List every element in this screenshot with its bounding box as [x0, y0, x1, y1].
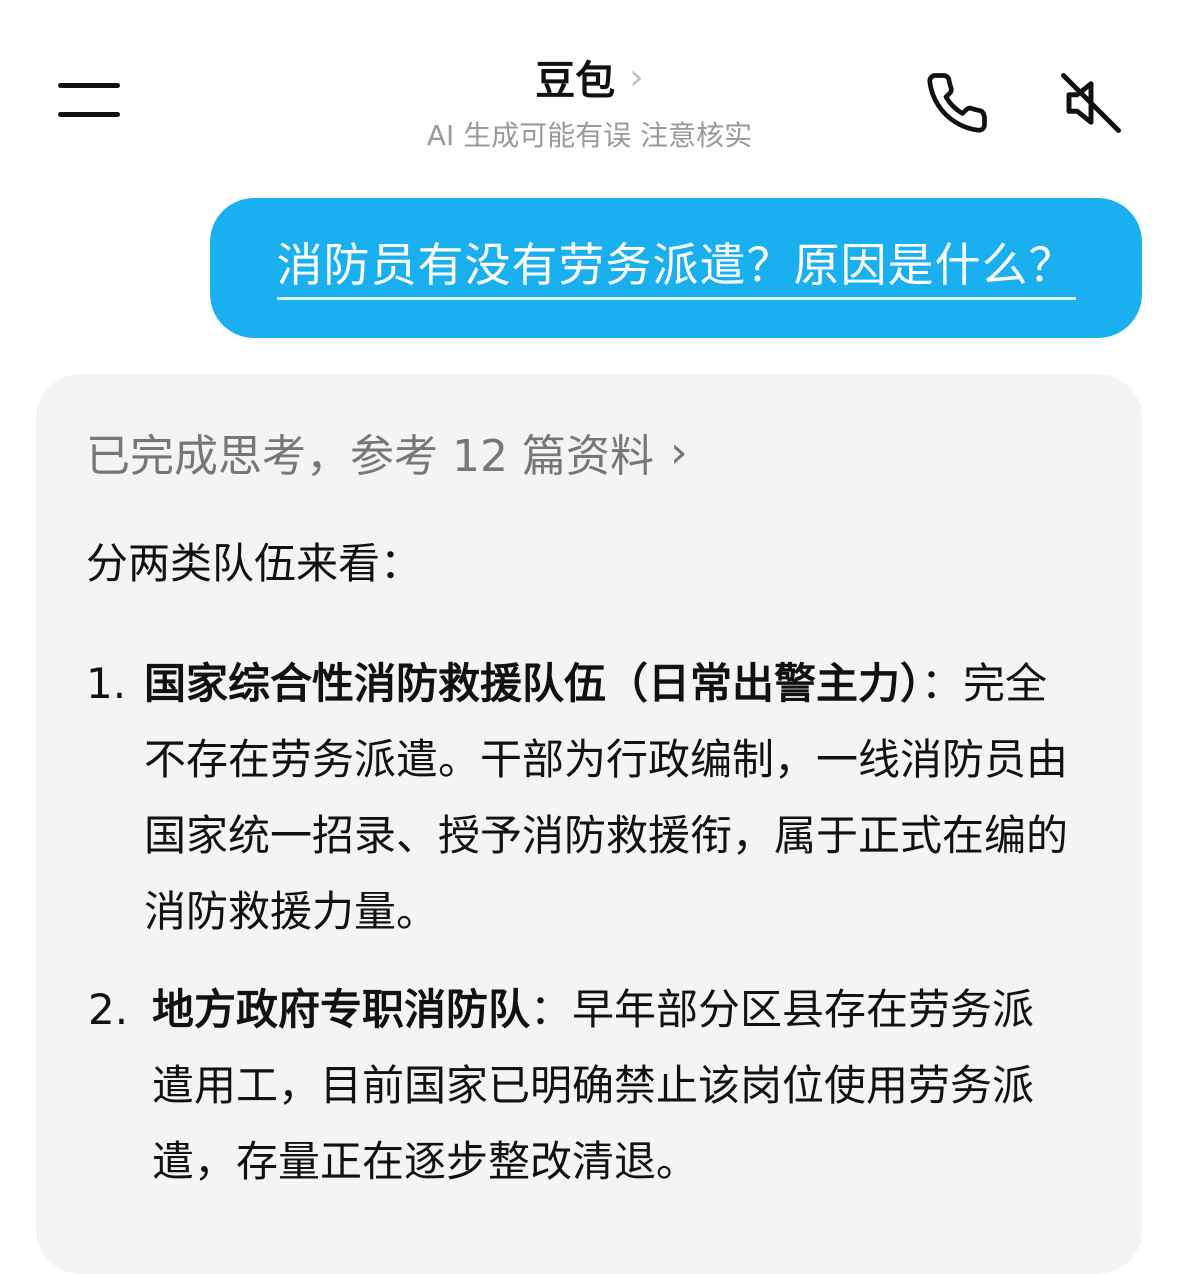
user-message-text: 消防员有没有劳务派遣？原因是什么？	[276, 237, 1076, 300]
thinking-references-toggle[interactable]: 已完成思考，参考 12 篇资料 ›	[86, 420, 688, 484]
list-item-separator: ：	[530, 985, 573, 1034]
bot-name: 豆包	[535, 58, 616, 104]
list-item-number: 2.	[88, 985, 129, 1034]
list-item-content: 地方政府专职消防队：早年部分区县存在劳务派遣用工，目前国家已明确禁止该岗位使用劳…	[152, 972, 1064, 1200]
speaker-mute-icon	[1061, 73, 1121, 133]
thinking-status-text: 已完成思考，参考 12 篇资料	[86, 431, 654, 482]
bot-profile-link[interactable]: 豆包 ›	[535, 48, 643, 106]
user-message-bubble[interactable]: 消防员有没有劳务派遣？原因是什么？	[210, 198, 1142, 338]
list-item-heading: 国家综合性消防救援队伍（日常出警主力）	[144, 659, 922, 708]
chevron-right-icon: ›	[629, 56, 644, 98]
response-intro: 分两类队伍来看：	[86, 539, 423, 588]
mute-toggle-button[interactable]	[1058, 70, 1124, 136]
list-item-separator: ：	[921, 659, 964, 708]
chevron-right-icon: ›	[669, 426, 688, 478]
phone-icon	[927, 73, 987, 133]
list-item-heading: 地方政府专职消防队	[152, 985, 531, 1034]
ai-disclaimer: AI 生成可能有误 注意核实	[426, 119, 753, 152]
list-item-content: 国家综合性消防救援队伍（日常出警主力）：完全不存在劳务派遣。干部为行政编制，一线…	[144, 646, 1082, 950]
voice-call-button[interactable]	[924, 70, 990, 136]
chat-title-area: 豆包 ›	[0, 48, 1179, 106]
list-item-number: 1.	[86, 659, 127, 708]
